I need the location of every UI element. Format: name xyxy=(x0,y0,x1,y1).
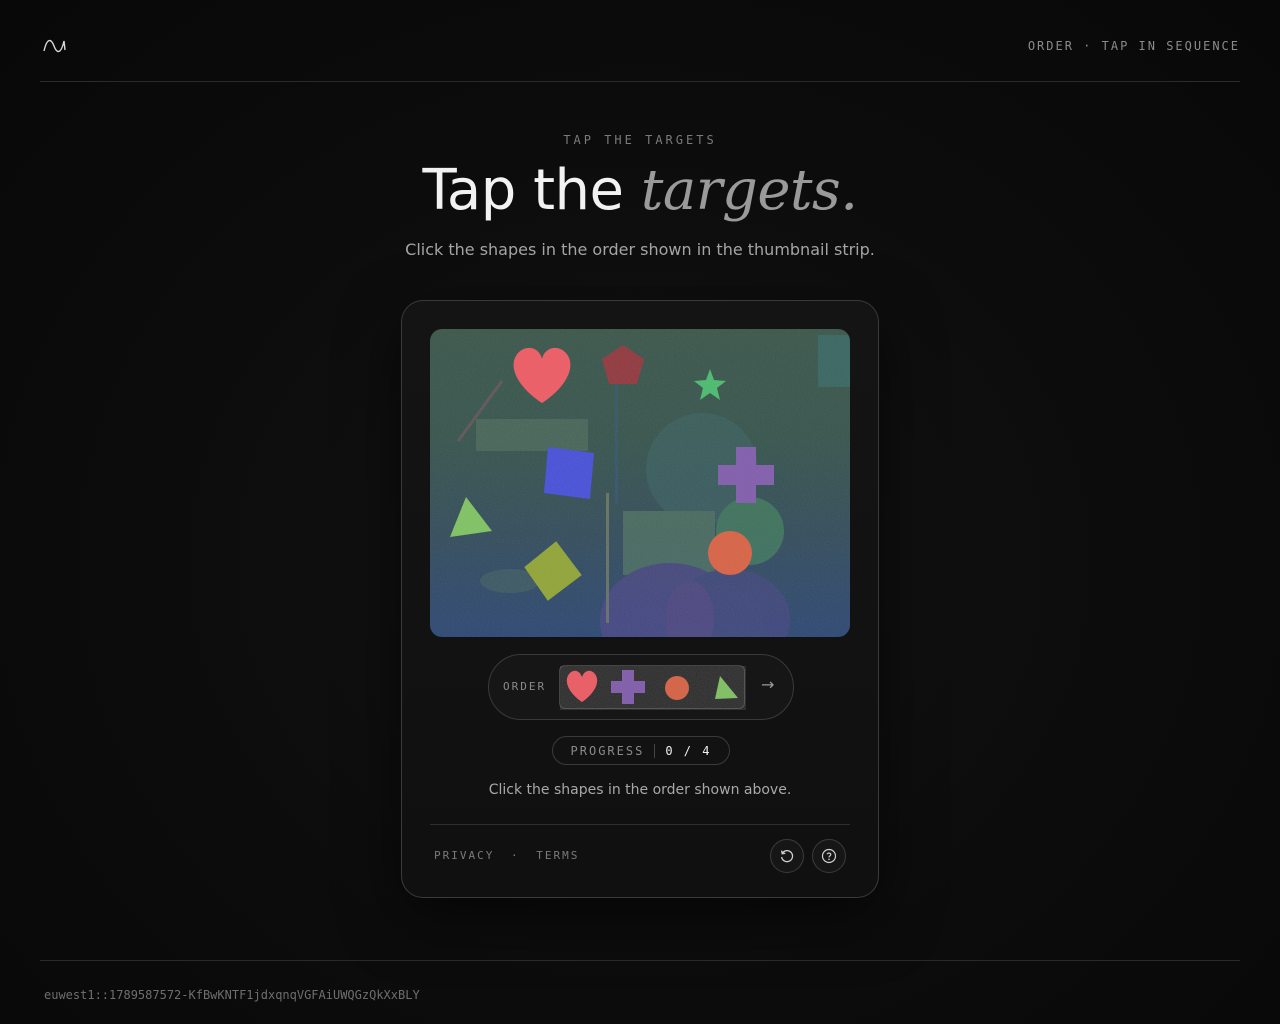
canvas-noise-overlay xyxy=(430,329,850,637)
privacy-link[interactable]: PRIVACY xyxy=(434,849,494,862)
legal-separator: · xyxy=(510,849,520,862)
top-bar: ORDER · TAP IN SEQUENCE xyxy=(40,0,1240,82)
session-id: euwest1::1789587572-KfBwKNTF1jdxqnqVGFAi… xyxy=(44,988,420,1002)
title-italic: targets. xyxy=(640,158,858,223)
arrow-right-icon: → xyxy=(761,675,775,694)
instruction-text: Click the shapes in the order shown abov… xyxy=(488,782,792,798)
card-divider xyxy=(430,824,850,825)
wave-logo-icon[interactable] xyxy=(42,36,68,56)
order-label: ORDER xyxy=(503,680,547,693)
progress-divider xyxy=(654,743,656,758)
captcha-card: ORDER → PROGRESS 0 / 4 Click the shapes … xyxy=(401,300,879,898)
title-plain: Tap the xyxy=(422,158,624,223)
order-thumbnails xyxy=(559,665,746,710)
progress-value: 0 / 4 xyxy=(665,743,712,758)
page-title: Tap the targets. xyxy=(0,158,1280,223)
progress-label: PROGRESS xyxy=(570,743,645,758)
help-icon xyxy=(821,848,837,864)
terms-link[interactable]: TERMS xyxy=(536,849,579,862)
order-strip: ORDER → xyxy=(488,654,794,720)
eyebrow-label: TAP THE TARGETS xyxy=(563,133,717,147)
thumb-noise-overlay xyxy=(560,666,746,710)
page-subtitle: Click the shapes in the order shown in t… xyxy=(405,240,875,259)
help-button[interactable] xyxy=(812,839,846,873)
reload-button[interactable] xyxy=(770,839,804,873)
footer-divider xyxy=(40,960,1240,961)
legal-links: PRIVACY · TERMS xyxy=(434,849,579,862)
progress-indicator: PROGRESS 0 / 4 xyxy=(552,736,730,765)
challenge-canvas[interactable] xyxy=(430,329,850,637)
reload-icon xyxy=(780,849,794,863)
top-nav-text: ORDER · TAP IN SEQUENCE xyxy=(1027,38,1240,53)
